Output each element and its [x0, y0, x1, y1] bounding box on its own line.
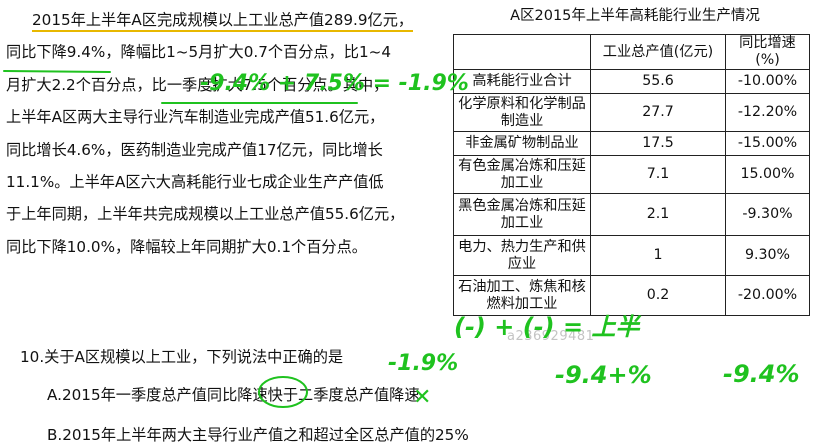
row-growth: -15.00% — [725, 131, 810, 156]
passage-line-1: 2015年上半年A区完成规模以上工业总产值289.9亿元， — [6, 4, 452, 36]
table-title: A区2015年上半年高耗能行业生产情况 — [510, 8, 760, 24]
row-value: 55.6 — [590, 69, 726, 94]
handwritten-note: -1.9% — [388, 351, 458, 376]
row-value: 7.1 — [590, 155, 726, 194]
table-row: 黑色金属冶炼和压延加工业 2.1 -9.30% — [453, 193, 810, 236]
table-row: 非金属矿物制品业 17.5 -15.00% — [453, 131, 810, 156]
row-growth: 15.00% — [725, 155, 810, 194]
industry-table: 工业总产值(亿元) 同比增速(%) 高耗能行业合计 55.6 -10.00% 化… — [453, 34, 810, 316]
passage-line-3: 月扩大2.2个百分点，比一季度扩大7.5个百分点。其中， — [6, 75, 389, 94]
row-name: 有色金属冶炼和压延加工业 — [453, 155, 591, 194]
highlight-total-output: 2015年上半年A区完成规模以上工业总产值289.9亿元， — [32, 11, 414, 32]
watermark: a236929481 — [507, 329, 595, 344]
row-growth: 9.30% — [725, 235, 810, 276]
row-value: 17.5 — [590, 131, 726, 156]
row-growth: -20.00% — [725, 275, 810, 316]
handwritten-note: -9.4% — [723, 360, 800, 388]
row-growth: -10.00% — [725, 69, 810, 94]
table-row: 有色金属冶炼和压延加工业 7.1 15.00% — [453, 155, 810, 194]
question-stem: 10.关于A区规模以上工业，下列说法中正确的是 — [20, 348, 344, 366]
handwritten-note: -9.4+% — [555, 361, 652, 389]
table-row: 高耗能行业合计 55.6 -10.00% — [453, 69, 810, 94]
row-name: 化学原料和化学制品制造业 — [453, 93, 591, 132]
table-row: 电力、热力生产和供应业 1 9.30% — [453, 235, 810, 276]
table-header-row: 工业总产值(亿元) 同比增速(%) — [453, 34, 810, 70]
option-b[interactable]: B.2015年上半年两大主导行业产值之和超过全区总产值的25% — [47, 423, 469, 445]
row-name: 石油加工、炼焦和核燃料加工业 — [453, 275, 591, 316]
header-growth: 同比增速(%) — [725, 34, 810, 70]
row-name: 非金属矿物制品业 — [453, 131, 591, 156]
header-output: 工业总产值(亿元) — [590, 34, 726, 70]
row-value: 2.1 — [590, 193, 726, 236]
row-value: 1 — [590, 235, 726, 276]
row-value: 27.7 — [590, 93, 726, 132]
passage-line-2: 同比下降9.4%，降幅比1~5月扩大0.7个百分点，比1~4 — [6, 43, 392, 62]
passage: 2015年上半年A区完成规模以上工业总产值289.9亿元， 同比下降9.4%，降… — [6, 4, 452, 263]
row-name: 黑色金属冶炼和压延加工业 — [453, 193, 591, 236]
row-growth: -9.30% — [725, 193, 810, 236]
option-a[interactable]: A.2015年一季度总产值同比降速快于二季度总产值降速 — [47, 383, 420, 405]
row-value: 0.2 — [590, 275, 726, 316]
passage-line-7: 于上年同期，上半年共完成规模以上工业总产值55.6亿元， — [6, 205, 405, 224]
row-name: 高耗能行业合计 — [453, 69, 591, 94]
passage-line-4: 上半年A区两大主导行业汽车制造业完成产值51.6亿元， — [6, 108, 385, 127]
table-row: 化学原料和化学制品制造业 27.7 -12.20% — [453, 93, 810, 132]
row-name: 电力、热力生产和供应业 — [453, 235, 591, 276]
passage-line-6: 11.1%。上半年A区六大高耗能行业七成企业生产产值低 — [6, 173, 384, 192]
passage-line-8: 同比下降10.0%，降幅较上年同期扩大0.1个百分点。 — [6, 237, 367, 256]
table-row: 石油加工、炼焦和核燃料加工业 0.2 -20.00% — [453, 275, 810, 316]
row-growth: -12.20% — [725, 93, 810, 132]
header-blank — [453, 34, 591, 70]
passage-line-5: 同比增长4.6%，医药制造业完成产值17亿元，同比增长 — [6, 140, 383, 159]
